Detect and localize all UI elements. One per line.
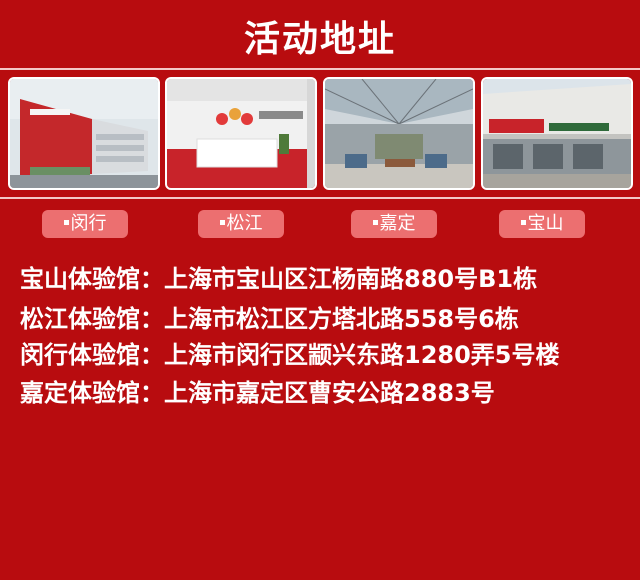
- divider-bottom: [0, 197, 640, 199]
- bullet-icon: [372, 219, 378, 225]
- venue-photo-baoshan: [481, 77, 633, 190]
- bullet-icon: [520, 219, 526, 225]
- bullet-icon: [63, 219, 69, 225]
- venue-photo-songjiang: [165, 77, 317, 190]
- tag-baoshan: 宝山: [499, 210, 585, 238]
- address-songjiang: 松江体验馆：上海市松江区方塔北路558号6栋: [20, 305, 519, 333]
- address-baoshan: 宝山体验馆：上海市宝山区江杨南路880号B1栋: [20, 265, 538, 293]
- venue-photo-minhang: [8, 77, 160, 190]
- tag-label: 宝山: [527, 213, 564, 234]
- venue-photo-jiading: [323, 77, 475, 190]
- page: 活动地址 闵行 松江 嘉定 宝山 宝山体验馆：上海市宝山区江杨南路880号B1栋…: [0, 0, 640, 580]
- tag-label: 嘉定: [379, 213, 416, 234]
- divider-top: [0, 68, 640, 70]
- tag-minhang: 闵行: [42, 210, 128, 238]
- address-jiading: 嘉定体验馆：上海市嘉定区曹安公路2883号: [20, 379, 495, 407]
- address-minhang: 闵行体验馆：上海市闵行区颛兴东路1280弄5号楼: [20, 341, 560, 369]
- bullet-icon: [219, 219, 225, 225]
- tag-songjiang: 松江: [198, 210, 284, 238]
- page-title: 活动地址: [243, 19, 396, 60]
- tag-label: 松江: [226, 213, 263, 234]
- tag-jiading: 嘉定: [351, 210, 437, 238]
- tag-label: 闵行: [70, 213, 107, 234]
